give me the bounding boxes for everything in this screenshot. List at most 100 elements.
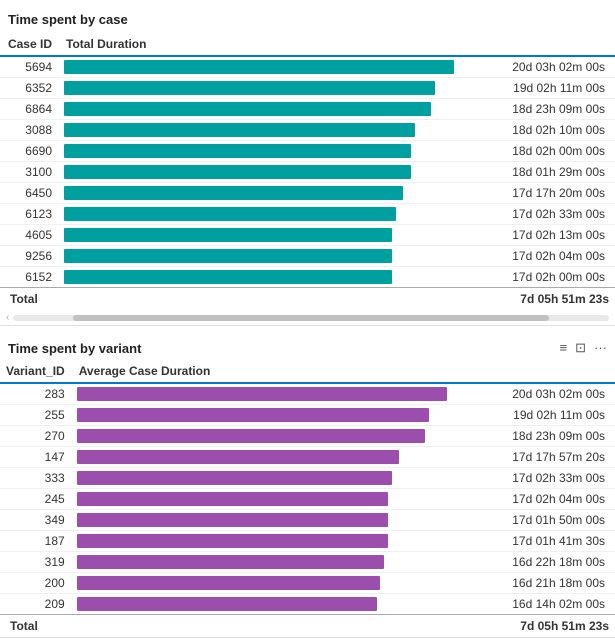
variant-table-header: Variant_ID Average Case Duration [0, 360, 615, 383]
table-row: 319 16d 22h 18m 00s [0, 552, 615, 573]
variant-id-cell: 147 [0, 447, 73, 468]
variant-table: Variant_ID Average Case Duration 283 20d… [0, 360, 615, 637]
variant-id-cell: 270 [0, 426, 73, 447]
more-icon[interactable]: ··· [594, 340, 607, 356]
case-scroll-thumb[interactable] [73, 315, 550, 321]
bar-container [64, 60, 491, 74]
section-variant: Time spent by variant ≡ ⊡ ··· Variant_ID… [0, 326, 615, 638]
variant-id-cell: 333 [0, 468, 73, 489]
case-bar-cell [60, 162, 495, 183]
case-table-body: 5694 20d 03h 02m 00s 6352 19d 02h 11m 00… [0, 56, 615, 288]
case-duration-cell: 19d 02h 11m 00s [495, 78, 615, 99]
table-row: 255 19d 02h 11m 00s [0, 405, 615, 426]
case-table-container: Case ID Total Duration 5694 20d 03h 02m … [0, 33, 615, 310]
table-row: 283 20d 03h 02m 00s [0, 383, 615, 405]
bar-container [64, 123, 491, 137]
col-avg-duration: Average Case Duration [73, 360, 495, 383]
variant-total-row: Total 7d 05h 51m 23s [0, 615, 615, 638]
variant-duration-cell: 17d 02h 33m 00s [495, 468, 615, 489]
bar-container [77, 471, 491, 485]
case-hscroll[interactable]: ‹ [0, 310, 615, 325]
table-row: 6450 17d 17h 20m 00s [0, 183, 615, 204]
table-row: 6352 19d 02h 11m 00s [0, 78, 615, 99]
variant-bar [77, 513, 388, 527]
col-total-duration: Total Duration [60, 33, 495, 56]
bar-container [77, 408, 491, 422]
variant-bar-cell [73, 447, 495, 468]
case-duration-cell: 17d 02h 33m 00s [495, 204, 615, 225]
case-id-cell: 3088 [0, 120, 60, 141]
variant-id-cell: 283 [0, 383, 73, 405]
variant-duration-cell: 18d 23h 09m 00s [495, 426, 615, 447]
case-bar [64, 123, 415, 137]
case-duration-cell: 20d 03h 02m 00s [495, 56, 615, 78]
section-variant-title: Time spent by variant [8, 341, 141, 356]
case-bar-cell [60, 204, 495, 225]
table-row: 3100 18d 01h 29m 00s [0, 162, 615, 183]
col-variant-id: Variant_ID [0, 360, 73, 383]
variant-id-cell: 255 [0, 405, 73, 426]
table-row: 209 16d 14h 02m 00s [0, 594, 615, 615]
bar-container [77, 492, 491, 506]
case-bar [64, 144, 411, 158]
expand-icon[interactable]: ⊡ [575, 340, 586, 356]
case-bar [64, 249, 392, 263]
variant-bar-cell [73, 510, 495, 531]
case-total-duration: 7d 05h 51m 23s [495, 288, 615, 311]
variant-bar-cell [73, 573, 495, 594]
col-duration-spacer [495, 33, 615, 56]
case-bar-cell [60, 99, 495, 120]
variant-bar-cell [73, 468, 495, 489]
bar-container [64, 102, 491, 116]
case-total-bar-cell [60, 288, 495, 311]
case-bar-cell [60, 141, 495, 162]
table-row: 6690 18d 02h 00m 00s [0, 141, 615, 162]
case-id-cell: 9256 [0, 246, 60, 267]
case-bar-cell [60, 183, 495, 204]
variant-id-cell: 349 [0, 510, 73, 531]
bar-container [77, 576, 491, 590]
bar-container [77, 534, 491, 548]
table-row: 200 16d 21h 18m 00s [0, 573, 615, 594]
case-id-cell: 5694 [0, 56, 60, 78]
case-scroll-track[interactable] [13, 315, 609, 321]
variant-table-container: Variant_ID Average Case Duration 283 20d… [0, 360, 615, 637]
bar-container [64, 207, 491, 221]
case-id-cell: 6864 [0, 99, 60, 120]
table-row: 6864 18d 23h 09m 00s [0, 99, 615, 120]
case-bar-cell [60, 225, 495, 246]
case-bar [64, 228, 392, 242]
variant-bar [77, 555, 384, 569]
variant-duration-cell: 16d 14h 02m 00s [495, 594, 615, 615]
variant-table-body: 283 20d 03h 02m 00s 255 19d 02h 11m 00s … [0, 383, 615, 615]
table-row: 270 18d 23h 09m 00s [0, 426, 615, 447]
variant-bar [77, 429, 425, 443]
variant-duration-cell: 16d 21h 18m 00s [495, 573, 615, 594]
bar-container [64, 81, 491, 95]
case-scroll-left-icon[interactable]: ‹ [6, 312, 9, 323]
bar-container [64, 144, 491, 158]
variant-id-cell: 319 [0, 552, 73, 573]
variant-bar [77, 387, 447, 401]
table-row: 349 17d 01h 50m 00s [0, 510, 615, 531]
variant-total-bar-cell [73, 615, 495, 638]
variant-duration-cell: 19d 02h 11m 00s [495, 405, 615, 426]
table-row: 147 17d 17h 57m 20s [0, 447, 615, 468]
table-row: 4605 17d 02h 13m 00s [0, 225, 615, 246]
case-duration-cell: 17d 02h 04m 00s [495, 246, 615, 267]
variant-bar-cell [73, 489, 495, 510]
case-id-cell: 3100 [0, 162, 60, 183]
table-row: 245 17d 02h 04m 00s [0, 489, 615, 510]
case-duration-cell: 17d 17h 20m 00s [495, 183, 615, 204]
case-id-cell: 4605 [0, 225, 60, 246]
bar-container [64, 228, 491, 242]
variant-id-cell: 200 [0, 573, 73, 594]
bar-container [77, 513, 491, 527]
variant-bar-cell [73, 594, 495, 615]
filter-icon[interactable]: ≡ [560, 340, 568, 356]
variant-duration-cell: 17d 01h 41m 30s [495, 531, 615, 552]
variant-table-wrapper: Variant_ID Average Case Duration 283 20d… [0, 360, 615, 637]
table-row: 6123 17d 02h 33m 00s [0, 204, 615, 225]
case-bar-cell [60, 267, 495, 288]
bar-container [77, 555, 491, 569]
